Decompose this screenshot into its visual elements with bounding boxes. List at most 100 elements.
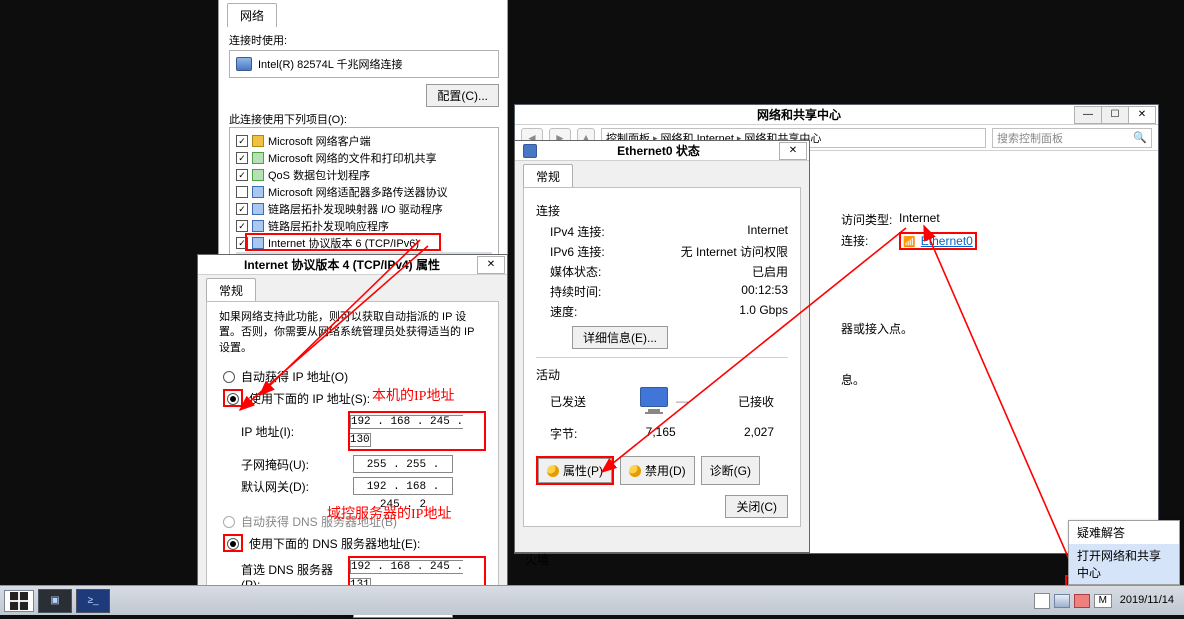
search-input[interactable]: 搜索控制面板 🔍 (992, 128, 1152, 148)
checkbox-icon[interactable] (236, 186, 248, 198)
diagnose-button[interactable]: 诊断(G) (701, 456, 760, 485)
tray-flag-icon[interactable] (1034, 593, 1050, 609)
nsc-note-text: 器或接入点。 (841, 320, 1142, 337)
tray-ime[interactable]: M (1094, 594, 1112, 608)
list-item[interactable]: 链路层拓扑发现响应程序 (236, 218, 492, 234)
speed-value: 1.0 Gbps (739, 303, 788, 320)
speed-label: 速度: (550, 303, 577, 320)
annotation-dns-ip: 域控服务器的IP地址 (327, 503, 451, 523)
ipv4-title: Internet 协议版本 4 (TCP/IPv4) 属性 (206, 256, 478, 273)
group-connection: 连接 (536, 202, 788, 219)
ipv6-conn-label: IPv6 连接: (550, 243, 605, 260)
ipv4-conn-label: IPv4 连接: (550, 223, 605, 240)
monitor-icon (636, 387, 672, 415)
ip-address-input[interactable]: 192 . 168 . 245 . 130 (350, 415, 463, 447)
tab-general[interactable]: 常规 (206, 278, 256, 302)
tray-network-icon[interactable] (1054, 594, 1070, 608)
subnet-mask-input[interactable]: 255 . 255 . 255 . 0 (353, 455, 453, 473)
item-label: Microsoft 网络适配器多路传送器协议 (268, 184, 448, 200)
checkbox-icon[interactable] (236, 220, 248, 232)
disable-button[interactable]: 禁用(D) (620, 456, 695, 485)
close-button[interactable]: ✕ (1128, 106, 1156, 124)
gateway-label: 默认网关(D): (241, 478, 353, 495)
bytes-recv-value: 2,027 (744, 425, 774, 442)
connect-using-label: 连接时使用: (229, 32, 499, 48)
checkbox-icon[interactable] (236, 203, 248, 215)
start-button[interactable] (4, 590, 34, 612)
subnet-mask-label: 子网掩码(U): (241, 456, 353, 473)
item-label: Internet 协议版本 6 (TCP/IPv6) (268, 235, 419, 251)
maximize-button[interactable]: ☐ (1101, 106, 1129, 124)
close-button[interactable]: 关闭(C) (725, 495, 788, 518)
adapter-items-list[interactable]: Microsoft 网络客户端Microsoft 网络的文件和打印机共享QoS … (229, 127, 499, 269)
gateway-input[interactable]: 192 . 168 . 245 . 2 (353, 477, 453, 495)
properties-button[interactable]: 属性(P) (538, 458, 612, 483)
radio-use-dns[interactable]: 使用下面的 DNS 服务器地址(E): (223, 534, 486, 552)
item-label: 链路层拓扑发现映射器 I/O 驱动程序 (268, 201, 443, 217)
radio-auto-ip[interactable]: 自动获得 IP 地址(O) (223, 368, 486, 385)
ipv4-titlebar[interactable]: Internet 协议版本 4 (TCP/IPv4) 属性 ✕ (198, 255, 507, 275)
radio-icon (223, 371, 235, 383)
taskbar-item-powershell[interactable]: ≥_ (76, 589, 110, 613)
tab-network[interactable]: 网络 (227, 3, 277, 27)
duration-label: 持续时间: (550, 283, 601, 300)
shield-icon (629, 465, 641, 477)
tab-general[interactable]: 常规 (523, 164, 573, 188)
close-button[interactable]: ✕ (477, 256, 505, 274)
ipv4-description: 如果网络支持此功能，则可以获取自动指派的 IP 设置。否则，你需要从网络系统管理… (219, 310, 486, 356)
details-button[interactable]: 详细信息(E)... (572, 326, 668, 349)
eth-title: Ethernet0 状态 (537, 142, 780, 159)
proto-icon (252, 203, 264, 215)
firewall-text: 火墙 (525, 551, 549, 568)
connection-link-highlight: 📶 Ethernet0 (899, 232, 977, 250)
radio-icon (227, 538, 239, 550)
close-button[interactable]: ✕ (779, 142, 807, 160)
list-item[interactable]: Microsoft 网络的文件和打印机共享 (236, 150, 492, 166)
tray-date: 2019/11/14 (1120, 595, 1174, 607)
duration-value: 00:12:53 (741, 283, 788, 300)
tray-open-nsc[interactable]: 打开网络和共享中心 (1069, 544, 1179, 584)
item-label: Microsoft 网络的文件和打印机共享 (268, 150, 437, 166)
checkbox-icon[interactable] (236, 237, 248, 249)
list-item[interactable]: Microsoft 网络适配器多路传送器协议 (236, 184, 492, 200)
search-placeholder: 搜索控制面板 (997, 130, 1063, 146)
checkbox-icon[interactable] (236, 135, 248, 147)
activity-icons: — (636, 387, 688, 415)
proto-icon (252, 237, 264, 249)
list-item[interactable]: Internet 协议版本 6 (TCP/IPv6) (236, 235, 492, 251)
tray-troubleshoot[interactable]: 疑难解答 (1069, 521, 1179, 544)
client-icon (252, 135, 264, 147)
recv-label: 已接收 (738, 393, 774, 410)
proto-icon (252, 220, 264, 232)
item-label: QoS 数据包计划程序 (268, 167, 370, 183)
list-item[interactable]: Microsoft 网络客户端 (236, 133, 492, 149)
annotation-local-ip: 本机的IP地址 (372, 385, 454, 405)
access-type-value: Internet (899, 211, 940, 228)
item-label: Microsoft 网络客户端 (268, 133, 371, 149)
nsc-title: 网络和共享中心 (523, 106, 1075, 123)
list-item[interactable]: 链路层拓扑发现映射器 I/O 驱动程序 (236, 201, 492, 217)
checkbox-icon[interactable] (236, 169, 248, 181)
eth-titlebar[interactable]: Ethernet0 状态 ✕ (515, 141, 809, 161)
connection-label: 连接: (841, 232, 899, 250)
nsc-note-text2: 息。 (841, 371, 1142, 388)
taskbar-item-server-manager[interactable]: ▣ (38, 589, 72, 613)
bytes-label: 字节: (550, 425, 577, 442)
tray-datetime[interactable]: 2019/11/14 (1116, 595, 1178, 607)
taskbar: ▣ ≥_ M 2019/11/14 (0, 585, 1184, 615)
search-icon: 🔍 (1133, 131, 1147, 144)
tray-action-center-icon[interactable] (1074, 594, 1090, 608)
checkbox-icon[interactable] (236, 152, 248, 164)
proto-icon (252, 186, 264, 198)
sent-label: 已发送 (550, 393, 586, 410)
access-type-label: 访问类型: (841, 211, 899, 228)
nic-name: Intel(R) 82574L 千兆网络连接 (258, 56, 402, 72)
nic-icon (236, 57, 252, 71)
list-item[interactable]: QoS 数据包计划程序 (236, 167, 492, 183)
connection-link[interactable]: Ethernet0 (921, 234, 973, 248)
nsc-titlebar[interactable]: 网络和共享中心 — ☐ ✕ (515, 105, 1158, 125)
shield-icon (547, 465, 559, 477)
system-tray: M 2019/11/14 (1034, 586, 1184, 615)
minimize-button[interactable]: — (1074, 106, 1102, 124)
configure-button[interactable]: 配置(C)... (426, 84, 499, 107)
